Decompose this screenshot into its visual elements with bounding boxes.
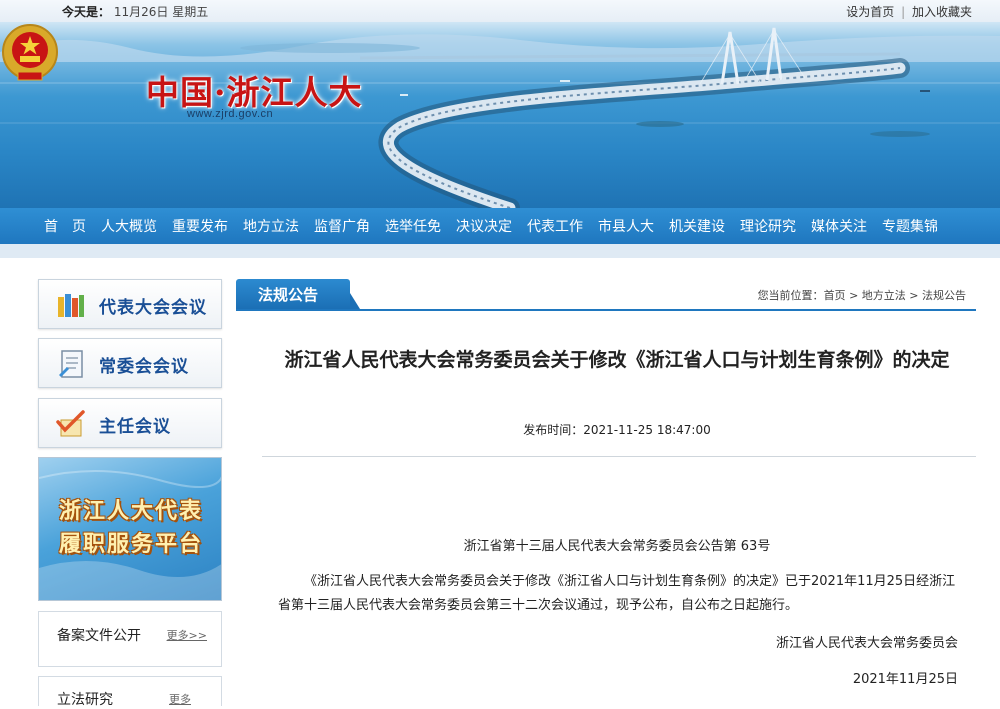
top-utility-bar: 今天是： 11月26日 星期五 设为首页 | 加入收藏夹 [0, 0, 1000, 22]
checkmark-pen-icon [56, 410, 85, 437]
more-link[interactable]: 更多 [169, 691, 191, 707]
breadcrumb-prefix: 您当前位置： [757, 289, 824, 302]
deputy-service-platform-banner[interactable]: 浙江人大代表 履职服务平台 [38, 457, 222, 601]
date-text: 11月26日 星期五 [113, 5, 209, 19]
nav-home[interactable]: 首 页 [44, 216, 86, 236]
more-link[interactable]: 更多>> [167, 627, 207, 643]
breadcrumb-legislation[interactable]: 地方立法 [862, 289, 906, 302]
nav-topics[interactable]: 专题集锦 [882, 216, 938, 236]
breadcrumb-home[interactable]: 首页 [824, 289, 846, 302]
link-separator: | [901, 5, 906, 19]
promo-line-1: 浙江人大代表 [58, 499, 203, 524]
breadcrumb-announcements[interactable]: 法规公告 [922, 289, 966, 302]
nav-organ-building[interactable]: 机关建设 [669, 216, 725, 236]
top-links: 设为首页 | 加入收藏夹 [846, 3, 972, 20]
tab-regulation-announcements[interactable]: 法规公告 [236, 279, 350, 309]
today-label: 今天是： [62, 5, 111, 19]
main-navigation: 首 页 人大概览 重要发布 地方立法 监督广角 选举任免 决议决定 代表工作 市… [0, 208, 1000, 244]
sidebar-item-director-meeting[interactable]: 主任会议 [38, 398, 222, 448]
header-banner: 中国·浙江人大 www.zjrd.gov.cn [0, 22, 1000, 208]
bridge-sea-illustration [0, 27, 1000, 208]
document-icon [59, 350, 83, 378]
publish-time: 发布时间：2021-11-25 18:47:00 [523, 423, 711, 437]
nav-supervision[interactable]: 监督广角 [314, 216, 370, 236]
panel-title: 立法研究 [57, 692, 113, 708]
tab-decoration [350, 293, 360, 309]
nav-legislation[interactable]: 地方立法 [243, 216, 299, 236]
panel-title: 备案文件公开 [57, 628, 141, 644]
sidebar-item-standing-committee[interactable]: 常委会会议 [38, 338, 222, 388]
sidebar-item-label: 代表大会会议 [99, 298, 207, 318]
breadcrumb-separator: > [909, 289, 919, 302]
add-favorite-link[interactable]: 加入收藏夹 [912, 5, 972, 19]
signature-date: 2021年11月25日 [852, 672, 958, 687]
national-emblem-icon [2, 24, 58, 81]
nav-overview[interactable]: 人大概览 [101, 216, 157, 236]
nav-deputies[interactable]: 代表工作 [527, 216, 583, 236]
breadcrumb: 您当前位置：首页 > 地方立法 > 法规公告 [758, 287, 966, 303]
set-homepage-link[interactable]: 设为首页 [846, 5, 894, 19]
title-divider [262, 456, 976, 457]
announcement-number: 浙江省第十三届人民代表大会常务委员会公告第 63号 [463, 539, 771, 554]
breadcrumb-separator: > [849, 289, 859, 302]
nav-local-congress[interactable]: 市县人大 [598, 216, 654, 236]
site-url: www.zjrd.gov.cn [187, 108, 274, 120]
legislative-research-panel: 立法研究 更多 [38, 676, 222, 708]
signature-organ: 浙江省人民代表大会常务委员会 [775, 636, 958, 651]
current-date: 今天是： 11月26日 星期五 [62, 3, 208, 20]
nav-research[interactable]: 理论研究 [740, 216, 796, 236]
nav-releases[interactable]: 重要发布 [172, 216, 228, 236]
sidebar-item-label: 主任会议 [99, 417, 171, 437]
promo-line-2: 履职服务平台 [58, 532, 203, 557]
site-title[interactable]: 中国·浙江人大 [146, 66, 363, 114]
filing-documents-panel: 备案文件公开 更多>> [38, 611, 222, 667]
section-header: 法规公告 您当前位置：首页 > 地方立法 > 法规公告 [236, 279, 976, 311]
nav-underline-strip [0, 244, 1000, 258]
article-body: 《浙江省人民代表大会常务委员会关于修改《浙江省人口与计划生育条例》的决定》已于2… [278, 574, 956, 613]
nav-elections[interactable]: 选举任免 [385, 216, 441, 236]
sidebar-item-congress-session[interactable]: 代表大会会议 [38, 279, 222, 329]
nav-media[interactable]: 媒体关注 [811, 216, 867, 236]
nav-resolutions[interactable]: 决议决定 [456, 216, 512, 236]
sidebar-item-label: 常委会会议 [99, 357, 189, 377]
article-title: 浙江省人民代表大会常务委员会关于修改《浙江省人口与计划生育条例》的决定 [284, 349, 950, 371]
books-icon [58, 294, 84, 317]
